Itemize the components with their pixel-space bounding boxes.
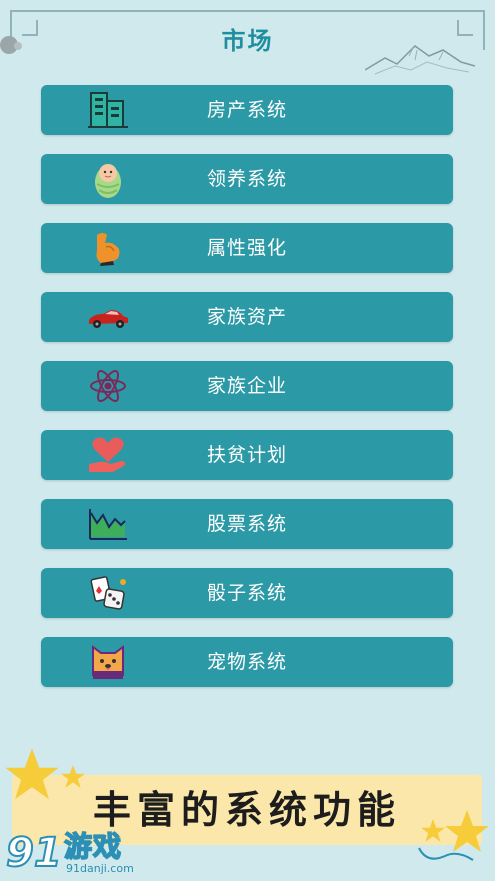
menu-item-housing[interactable]: 房产系统	[41, 85, 453, 135]
market-menu: 房产系统 领养系统 属性强化 家族资产 家族企业 扶贫计划 股票系统 骰子系统 …	[41, 85, 453, 706]
watermark-url: 91danji.com	[66, 862, 134, 875]
menu-item-label: 领养系统	[206, 168, 287, 190]
mountain-ink-decoration	[365, 45, 475, 75]
menu-item-stocks[interactable]: 股票系统	[41, 499, 453, 549]
menu-item-label: 股票系统	[206, 513, 287, 535]
star-icon	[61, 765, 85, 788]
watermark-name: 游戏	[63, 829, 123, 864]
menu-item-label: 宠物系统	[206, 651, 287, 673]
menu-item-family-assets[interactable]: 家族资产	[41, 292, 453, 342]
menu-item-label: 家族资产	[206, 306, 287, 328]
menu-item-label: 扶贫计划	[206, 444, 287, 466]
decorative-frame-top	[10, 10, 485, 12]
menu-item-poverty-relief[interactable]: 扶贫计划	[41, 430, 453, 480]
menu-item-family-business[interactable]: 家族企业	[41, 361, 453, 411]
menu-item-attribute-boost[interactable]: 属性强化	[41, 223, 453, 273]
star-icon	[5, 748, 59, 800]
site-watermark-logo: 91 游戏 91danji.com	[4, 828, 194, 878]
watermark-number: 91	[5, 829, 63, 877]
menu-item-label: 属性强化	[206, 237, 287, 259]
menu-item-label: 房产系统	[206, 99, 287, 121]
swirl-decoration	[418, 847, 474, 861]
menu-item-label: 骰子系统	[206, 582, 287, 604]
menu-item-adoption[interactable]: 领养系统	[41, 154, 453, 204]
menu-item-dice[interactable]: 骰子系统	[41, 568, 453, 618]
menu-item-pets[interactable]: 宠物系统	[41, 637, 453, 687]
menu-item-label: 家族企业	[206, 375, 287, 397]
